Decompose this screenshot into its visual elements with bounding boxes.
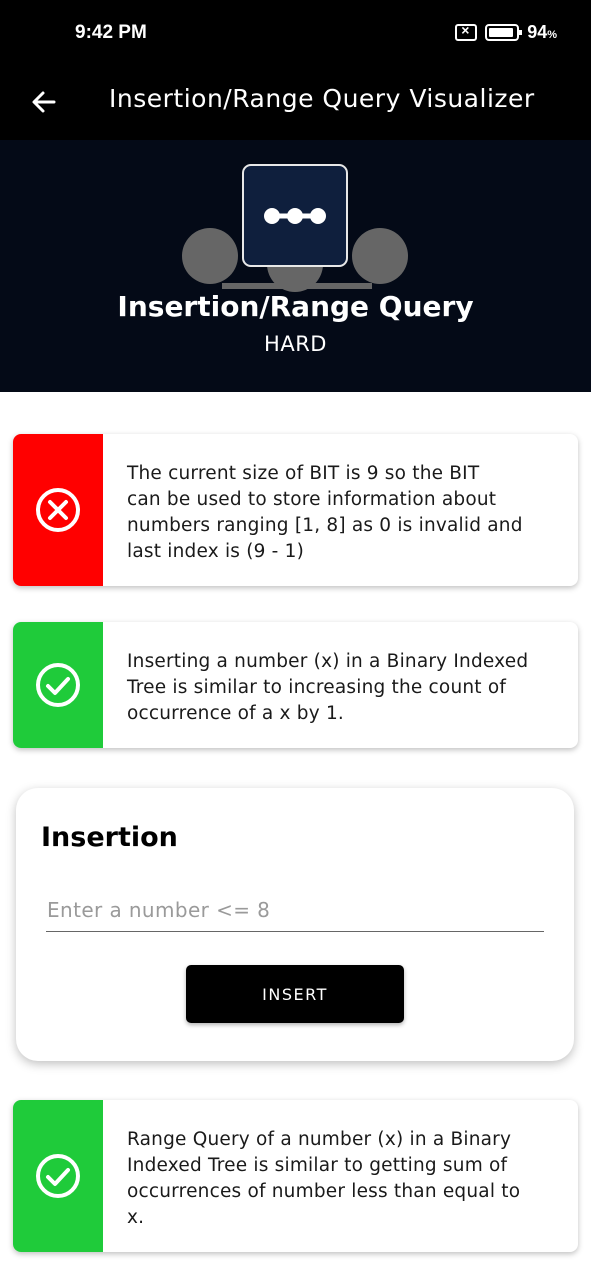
battery-value: 94 [527, 22, 548, 42]
insertion-title: Insertion [41, 822, 178, 853]
insertion-card: Insertion INSERT [16, 788, 574, 1061]
insert-button[interactable]: INSERT [186, 965, 404, 1023]
app-bar: Insertion/Range Query Visualizer [0, 68, 591, 140]
status-time: 9:42 PM [75, 22, 147, 43]
hero-banner: Insertion/Range Query HARD [0, 140, 591, 392]
card-line: Inserting a number (x) in a Binary Index… [127, 651, 529, 672]
hero-node-left [182, 228, 238, 284]
card-line: can be used to store information about [127, 489, 497, 510]
hero-node-right [352, 228, 408, 284]
card-line: Tree is similar to increasing the count … [127, 677, 507, 698]
info-card-success: Inserting a number (x) in a Binary Index… [13, 622, 578, 748]
battery-percent: 94% [527, 22, 557, 43]
card-line: occurrence of a x by 1. [127, 703, 344, 724]
number-input[interactable] [46, 888, 544, 932]
error-stripe [13, 434, 103, 586]
linked-nodes-icon [242, 164, 348, 267]
card-line: occurrences of number less than equal to [127, 1181, 521, 1202]
sim-off-icon [455, 22, 478, 41]
card-line: x. [127, 1207, 145, 1228]
status-icons: 94% [455, 22, 557, 43]
card-line: The current size of BIT is 9 so the BIT [127, 463, 480, 484]
info-card-error: The current size of BIT is 9 so the BIT … [13, 434, 578, 586]
success-stripe [13, 1100, 103, 1252]
difficulty-label: HARD [264, 332, 327, 356]
info-card-success: Range Query of a number (x) in a Binary … [13, 1100, 578, 1252]
arrow-left-icon [32, 91, 56, 113]
check-circle-icon [36, 1154, 80, 1198]
battery-icon [485, 24, 523, 41]
card-line: Range Query of a number (x) in a Binary [127, 1129, 512, 1150]
hero-node-connector [222, 283, 372, 289]
app-title: Insertion/Range Query Visualizer [109, 84, 535, 113]
card-line: Indexed Tree is similar to getting sum o… [127, 1155, 508, 1176]
card-message: Range Query of a number (x) in a Binary … [103, 1100, 546, 1252]
problem-title: Insertion/Range Query [117, 290, 474, 323]
card-message: The current size of BIT is 9 so the BIT … [103, 434, 549, 586]
card-line: numbers ranging [1, 8] as 0 is invalid a… [127, 515, 523, 536]
check-circle-icon [36, 663, 80, 707]
success-stripe [13, 622, 103, 748]
battery-unit: % [547, 29, 557, 41]
status-bar: 9:42 PM 94% [0, 0, 591, 68]
card-message: Inserting a number (x) in a Binary Index… [103, 622, 554, 748]
card-line: last index is (9 - 1) [127, 541, 305, 562]
back-button[interactable] [22, 80, 66, 124]
error-circle-icon [36, 488, 80, 532]
